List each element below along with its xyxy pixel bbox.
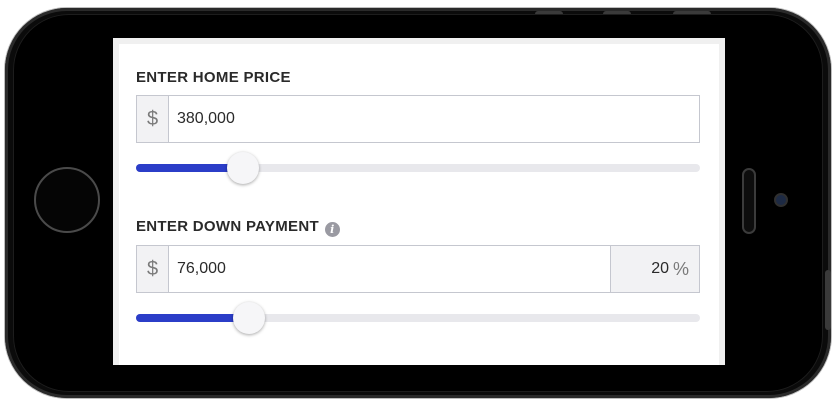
home-price-input[interactable]	[177, 96, 577, 142]
phone-screen: ENTER HOME PRICE $ ENTER DOWN PAYMENT i $…	[113, 38, 725, 365]
down-payment-currency-prefix: $	[137, 246, 169, 292]
down-payment-slider[interactable]	[136, 302, 700, 334]
home-price-label: ENTER HOME PRICE	[136, 69, 291, 86]
down-payment-field[interactable]: $ 20 %	[136, 245, 700, 293]
down-payment-slider-thumb[interactable]	[232, 302, 265, 334]
mortgage-calculator-form: ENTER HOME PRICE $ ENTER DOWN PAYMENT i $…	[119, 44, 719, 365]
home-price-currency-prefix: $	[137, 96, 169, 142]
percent-symbol: %	[672, 259, 689, 279]
side-button	[825, 270, 831, 330]
down-payment-label: ENTER DOWN PAYMENT	[136, 218, 319, 235]
down-payment-percent-box[interactable]: 20 %	[610, 246, 699, 292]
speaker-grille	[742, 168, 756, 234]
front-camera	[774, 193, 788, 207]
home-price-slider-thumb[interactable]	[227, 152, 260, 184]
down-payment-label-row: ENTER DOWN PAYMENT i	[136, 218, 340, 237]
home-price-field[interactable]: $	[136, 95, 700, 143]
down-payment-input[interactable]	[177, 246, 577, 292]
info-icon[interactable]: i	[324, 222, 340, 237]
down-payment-percent-value[interactable]: 20	[651, 246, 669, 292]
home-price-slider[interactable]	[136, 152, 700, 184]
home-button[interactable]	[34, 167, 100, 233]
down-payment-slider-fill	[136, 314, 249, 322]
